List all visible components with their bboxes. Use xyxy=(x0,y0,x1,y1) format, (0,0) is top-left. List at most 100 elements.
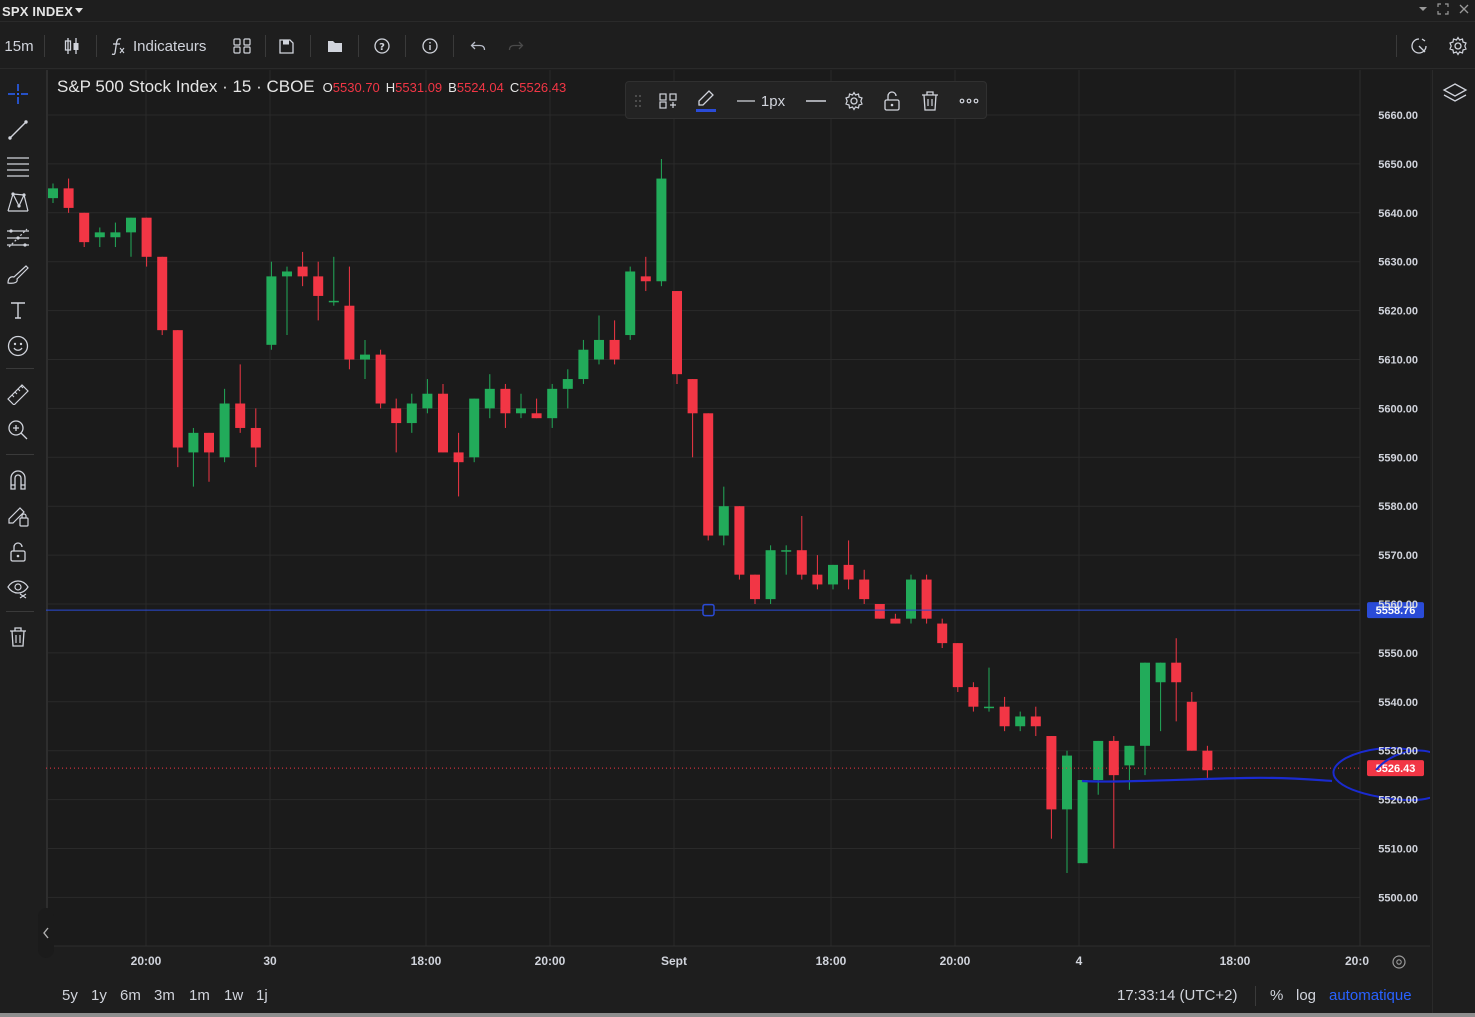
save-icon[interactable] xyxy=(276,23,296,69)
layers-icon[interactable] xyxy=(1442,82,1468,108)
candle-body xyxy=(250,427,261,448)
function-icon[interactable] xyxy=(108,23,128,69)
candle-body xyxy=(734,506,745,575)
delete-drawing-icon[interactable] xyxy=(918,82,942,120)
range-3m-button[interactable]: 3m xyxy=(154,987,175,1004)
hide-drawings-icon[interactable] xyxy=(4,574,32,602)
pattern-tool-icon[interactable] xyxy=(4,188,32,216)
tools-divider xyxy=(6,611,34,612)
price-tick-label: 5590.00 xyxy=(1378,452,1418,464)
drag-handle-icon[interactable] xyxy=(632,82,644,120)
candle-type-icon[interactable] xyxy=(58,23,86,69)
close-icon[interactable] xyxy=(1457,3,1471,17)
log-toggle[interactable]: log xyxy=(1296,987,1316,1004)
lock-drawings-icon[interactable] xyxy=(4,538,32,566)
price-tick-label: 5600.00 xyxy=(1378,403,1418,415)
undo-icon[interactable] xyxy=(467,23,489,69)
bottom-bar: 5y 1y 6m 3m 1m 1w 1j 17:33:14 (UTC+2) % … xyxy=(46,976,1430,1016)
time-tick-label: 20:0 xyxy=(1345,954,1369,968)
range-1y-button[interactable]: 1y xyxy=(91,987,107,1004)
tools-divider xyxy=(6,454,34,455)
popout-icon[interactable] xyxy=(1436,3,1450,17)
collapse-toolbar-button[interactable] xyxy=(38,908,54,958)
candle-body xyxy=(952,643,963,688)
indicators-button[interactable]: Indicateurs xyxy=(133,23,217,69)
redo-icon[interactable] xyxy=(505,23,527,69)
drawing-tools-sidebar xyxy=(0,70,40,1017)
fib-tool-icon[interactable] xyxy=(4,224,32,252)
candle-body xyxy=(1093,740,1104,781)
symbol-title[interactable]: S&P 500 Stock Index · 15 · CBOE xyxy=(57,77,315,97)
range-1d-button[interactable]: 1j xyxy=(256,987,268,1004)
close-label: C xyxy=(509,80,520,95)
candle-body xyxy=(266,276,277,345)
trash-icon[interactable] xyxy=(4,623,32,651)
line-width-label: 1px xyxy=(760,92,786,110)
candle-body xyxy=(687,379,698,414)
help-icon[interactable]: ? xyxy=(371,23,393,69)
zoom-in-icon[interactable] xyxy=(4,416,32,444)
drawing-mode-icon[interactable] xyxy=(4,502,32,530)
line-width-button[interactable]: 1px xyxy=(734,82,788,120)
right-sidebar xyxy=(1432,70,1475,1017)
magnet-icon[interactable] xyxy=(4,466,32,494)
more-options-icon[interactable] xyxy=(956,82,982,120)
brush-icon[interactable] xyxy=(4,260,32,288)
toolbar-divider xyxy=(265,35,266,57)
line-color-icon[interactable] xyxy=(694,82,718,120)
percent-toggle[interactable]: % xyxy=(1270,987,1283,1004)
candle-body xyxy=(828,564,838,585)
info-icon[interactable] xyxy=(419,23,441,69)
candle-body xyxy=(282,271,292,277)
candle-body xyxy=(500,388,511,414)
unlock-icon[interactable] xyxy=(880,82,904,120)
ruler-icon[interactable] xyxy=(4,380,32,408)
candle-body xyxy=(547,388,558,419)
range-1m-button[interactable]: 1m xyxy=(189,987,210,1004)
price-tick-label: 5550.00 xyxy=(1378,648,1418,660)
close-value: 5526.43 xyxy=(519,80,567,95)
emoji-icon[interactable] xyxy=(4,332,32,360)
candle-body xyxy=(157,256,168,331)
auto-scale-toggle[interactable]: automatique xyxy=(1329,987,1412,1004)
window-title[interactable]: SPX INDEX xyxy=(2,4,73,19)
price-tick-label: 5520.00 xyxy=(1378,795,1418,807)
range-6m-button[interactable]: 6m xyxy=(120,987,141,1004)
trend-line-icon[interactable] xyxy=(4,116,32,144)
range-5y-button[interactable]: 5y xyxy=(62,987,78,1004)
settings-gear-icon[interactable] xyxy=(1446,23,1470,69)
candle-body xyxy=(469,398,480,458)
candle-body xyxy=(328,300,339,303)
folder-icon[interactable] xyxy=(324,23,346,69)
candle-body xyxy=(438,393,448,453)
interval-button[interactable]: 15m xyxy=(2,23,36,69)
line-style-icon[interactable] xyxy=(804,82,828,120)
candle-body xyxy=(594,339,604,360)
price-tick-label: 5510.00 xyxy=(1378,844,1418,856)
template-icon[interactable] xyxy=(656,82,680,120)
price-chart[interactable]: 5558.765526.43 5660.00 5650.00 5640.00 5630… xyxy=(46,70,1430,980)
horizontal-lines-icon[interactable] xyxy=(4,152,32,180)
clock-timezone[interactable]: 17:33:14 (UTC+2) xyxy=(1117,987,1237,1004)
range-1w-button[interactable]: 1w xyxy=(224,987,243,1004)
minimize-icon[interactable] xyxy=(1416,3,1430,17)
candle-body xyxy=(63,188,74,208)
layout-grid-icon[interactable] xyxy=(231,23,253,69)
toolbar-divider xyxy=(453,35,454,57)
candle-body xyxy=(297,266,308,277)
candle-body xyxy=(625,271,636,336)
price-tick-label: 5560.00 xyxy=(1378,599,1418,611)
crosshair-icon[interactable] xyxy=(4,80,32,108)
candle-body xyxy=(781,550,792,552)
toolbar-divider xyxy=(1396,35,1397,57)
candle-body xyxy=(609,339,620,360)
drawing-settings-icon[interactable] xyxy=(842,82,866,120)
candle-body xyxy=(890,618,901,624)
candle-body xyxy=(656,178,667,282)
price-axis: 5660.00 5650.00 5640.00 5630.00 5620.00 5610.… xyxy=(1378,110,1418,904)
title-dropdown-icon[interactable] xyxy=(75,8,83,13)
candle-body xyxy=(812,574,823,585)
text-tool-icon[interactable] xyxy=(4,296,32,324)
candle-body xyxy=(1124,745,1135,766)
quick-search-icon[interactable] xyxy=(1408,23,1430,69)
